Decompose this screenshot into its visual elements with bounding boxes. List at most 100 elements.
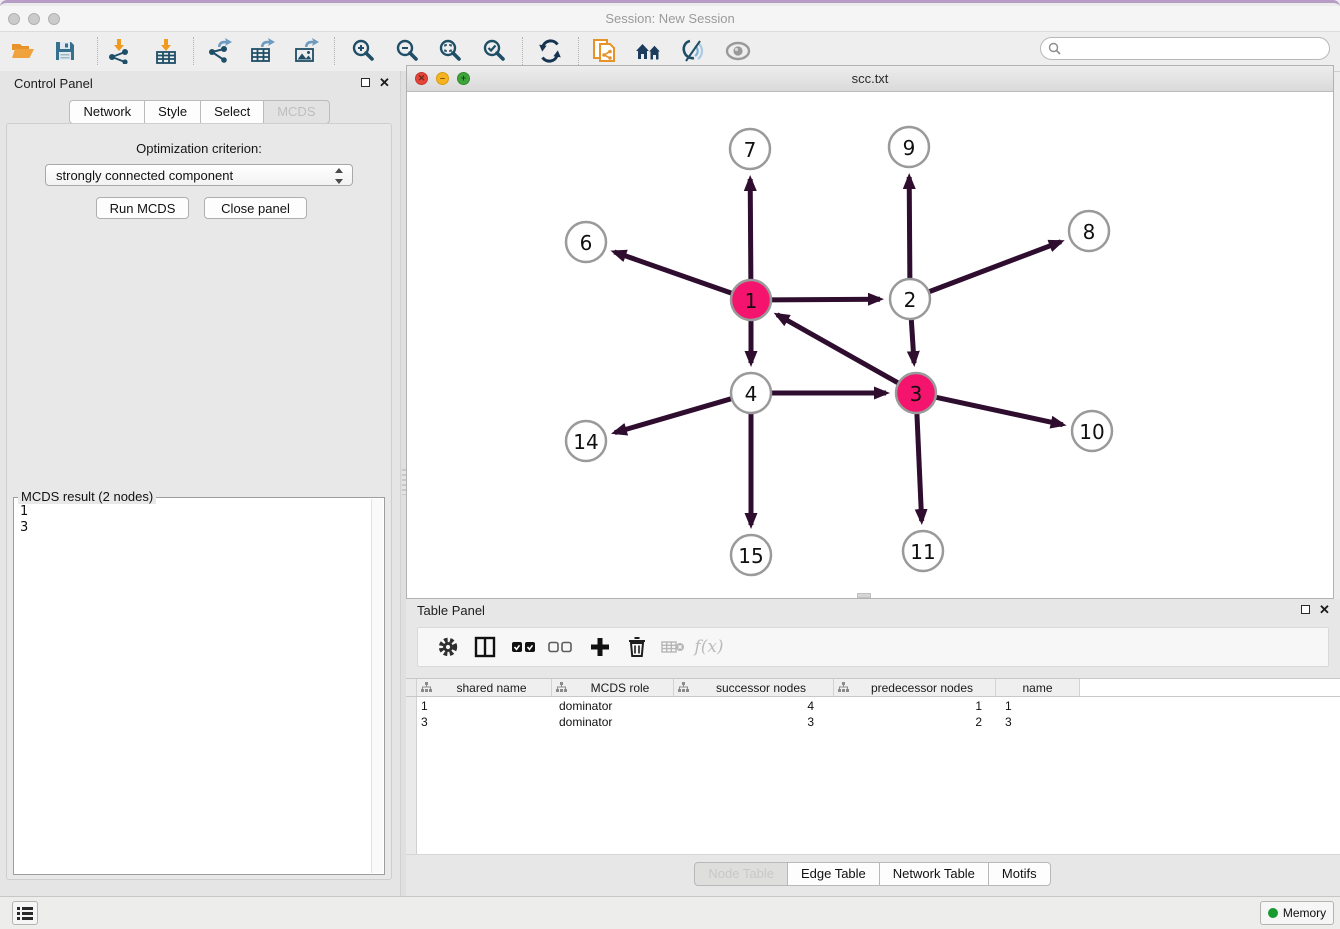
edge-1-7[interactable] [750, 179, 751, 280]
zoom-fit-button[interactable] [434, 35, 466, 67]
column-header-successor-nodes[interactable]: successor nodes [674, 679, 834, 696]
export-table-button[interactable] [246, 35, 278, 67]
apply-layout-button[interactable] [534, 35, 566, 67]
tab-mcds[interactable]: MCDS [263, 100, 329, 124]
save-session-button[interactable] [49, 35, 81, 67]
tab-network[interactable]: Network [69, 100, 145, 124]
toolbar-separator [578, 37, 579, 65]
export-image-button[interactable] [290, 35, 322, 67]
table-tabs: Node Table Edge Table Network Table Moti… [406, 862, 1340, 886]
function-builder-button[interactable]: f(x) [694, 632, 724, 662]
unselect-all-columns-button[interactable] [545, 632, 575, 662]
node-label: 9 [903, 136, 916, 160]
tab-network-table[interactable]: Network Table [879, 862, 989, 886]
search-input[interactable] [1062, 39, 1329, 59]
table-panel: Table Panel ✕ [406, 599, 1340, 896]
delete-column-button[interactable] [622, 632, 652, 662]
node-8[interactable]: 8 [1069, 211, 1109, 251]
duplicate-network-button[interactable] [589, 35, 621, 67]
node-10[interactable]: 10 [1072, 411, 1112, 451]
network-canvas[interactable]: 7 9 6 8 1 2 4 3 14 10 15 11 [407, 92, 1333, 598]
node-1[interactable]: 1 [731, 280, 771, 320]
edge-3-1[interactable] [777, 315, 898, 383]
edge-2-9[interactable] [909, 177, 910, 279]
node-2[interactable]: 2 [890, 279, 930, 319]
close-panel-button[interactable]: Close panel [204, 197, 307, 219]
run-mcds-button[interactable]: Run MCDS [96, 197, 189, 219]
hide-selected-button[interactable] [722, 35, 754, 67]
import-network-button[interactable] [103, 35, 135, 67]
columns-icon [474, 636, 496, 658]
toolbar-separator [334, 37, 335, 65]
toolbar-separator [97, 37, 98, 65]
column-header-shared-name[interactable]: shared name [417, 679, 552, 696]
tab-select[interactable]: Select [200, 100, 264, 124]
edge-3-11[interactable] [917, 413, 922, 521]
zoom-selected-button[interactable] [478, 35, 510, 67]
table-body: 1 dominator 4 1 1 3 dominator 3 2 3 [406, 697, 1340, 855]
memory-button[interactable]: Memory [1260, 901, 1334, 925]
checked-boxes-icon [512, 641, 536, 653]
column-header-predecessor-nodes[interactable]: predecessor nodes [834, 679, 996, 696]
nested-network-button[interactable] [633, 35, 665, 67]
zoom-in-button[interactable] [347, 35, 379, 67]
import-table-icon [153, 38, 179, 64]
control-panel-tabs: Network Style Select MCDS [0, 100, 400, 124]
edge-2-3[interactable] [911, 319, 914, 363]
import-network-icon [106, 38, 132, 64]
table-row[interactable]: 3 dominator 3 2 3 [417, 715, 1080, 731]
tab-style[interactable]: Style [144, 100, 201, 124]
delete-table-button[interactable] [658, 632, 688, 662]
node-15[interactable]: 15 [731, 535, 771, 575]
node-9[interactable]: 9 [889, 127, 929, 167]
node-4[interactable]: 4 [731, 373, 771, 413]
tab-node-table[interactable]: Node Table [694, 862, 788, 886]
tab-motifs[interactable]: Motifs [988, 862, 1051, 886]
export-network-button[interactable] [203, 35, 235, 67]
task-history-button[interactable] [12, 901, 38, 925]
edge-4-14[interactable] [615, 399, 732, 433]
node-14[interactable]: 14 [566, 421, 606, 461]
edge-3-10[interactable] [936, 397, 1063, 424]
node-7[interactable]: 7 [730, 129, 770, 169]
table-settings-button[interactable] [433, 632, 463, 662]
eye-icon [724, 40, 752, 62]
search-box[interactable] [1040, 37, 1330, 60]
node-label: 2 [904, 288, 917, 312]
application-window: Session: New Session [0, 0, 1340, 926]
zoom-out-icon [394, 38, 420, 64]
table-header: shared name MCDS role successor nodes [406, 678, 1340, 697]
criterion-select[interactable]: strongly connected component [45, 164, 353, 186]
show-graphics-details-button[interactable] [677, 35, 709, 67]
edge-1-2[interactable] [771, 299, 880, 300]
node-6[interactable]: 6 [566, 222, 606, 262]
tab-edge-table[interactable]: Edge Table [787, 862, 880, 886]
export-network-icon [206, 38, 232, 64]
open-session-button[interactable] [7, 35, 39, 67]
select-all-columns-button[interactable] [509, 632, 539, 662]
list-icon [17, 906, 33, 920]
import-table-button[interactable] [150, 35, 182, 67]
close-table-panel-icon[interactable]: ✕ [1319, 604, 1330, 615]
float-table-panel-icon[interactable] [1301, 605, 1310, 614]
create-column-button[interactable] [585, 632, 615, 662]
result-scrollbar[interactable] [371, 499, 383, 873]
duplicate-network-icon [591, 37, 619, 65]
table-row[interactable]: 1 dominator 4 1 1 [417, 699, 1080, 715]
canvas-splitter-grip[interactable] [857, 593, 871, 598]
column-header-name[interactable]: name [996, 679, 1080, 696]
show-column-panel-button[interactable] [470, 632, 500, 662]
edge-1-6[interactable] [614, 252, 732, 293]
float-panel-icon[interactable] [361, 78, 370, 87]
network-window-titlebar[interactable]: ✕ – + scc.txt [407, 66, 1333, 92]
edge-2-8[interactable] [929, 242, 1061, 292]
zoom-out-button[interactable] [391, 35, 423, 67]
column-header-mcds-role[interactable]: MCDS role [552, 679, 674, 696]
close-panel-icon[interactable]: ✕ [379, 77, 390, 88]
open-folder-icon [10, 39, 36, 63]
node-11[interactable]: 11 [903, 531, 943, 571]
node-3[interactable]: 3 [896, 373, 936, 413]
control-panel: Control Panel ✕ Network Style Select MCD… [0, 71, 400, 896]
network-graph[interactable]: 7 9 6 8 1 2 4 3 14 10 15 11 [407, 92, 1333, 598]
row-gutter [406, 679, 417, 696]
